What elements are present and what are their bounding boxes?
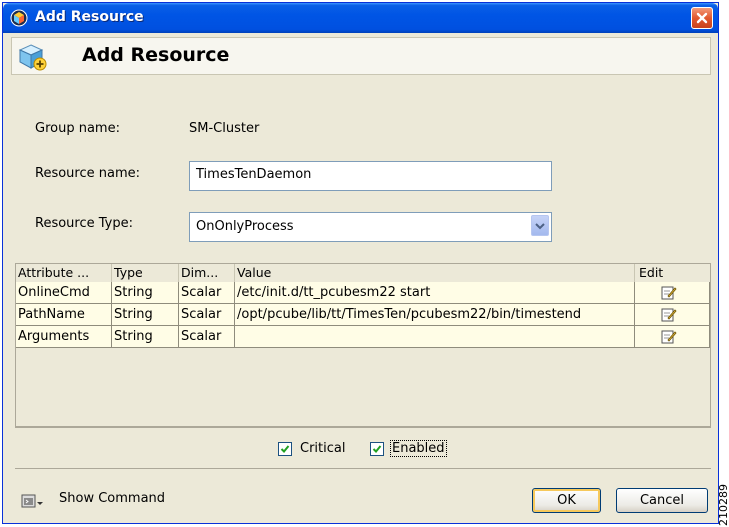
- cell-type: String: [112, 326, 179, 348]
- cell-attribute-name: PathName: [16, 304, 112, 326]
- group-name-label: Group name:: [35, 121, 120, 136]
- cell-value[interactable]: /opt/pcube/lib/tt/TimesTen/pcubesm22/bin…: [235, 304, 635, 326]
- resource-type-select[interactable]: OnOnlyProcess: [189, 212, 552, 242]
- group-name-value: SM-Cluster: [189, 121, 260, 136]
- enabled-checkbox[interactable]: [370, 442, 384, 456]
- table-header: Attribute ... Type Dim... Value Edit: [16, 264, 710, 282]
- page-title: Add Resource: [82, 44, 230, 66]
- cell-dimension: Scalar: [179, 304, 235, 326]
- enabled-label[interactable]: Enabled: [390, 440, 447, 457]
- cell-attribute-name: OnlineCmd: [16, 282, 112, 304]
- console-icon: [21, 493, 43, 509]
- checkmark-icon: [372, 445, 382, 453]
- column-header-dimension[interactable]: Dim...: [179, 264, 235, 282]
- dropdown-button[interactable]: [531, 215, 549, 236]
- ok-button-label: OK: [557, 493, 576, 508]
- cell-dimension: Scalar: [179, 282, 235, 304]
- critical-label[interactable]: Critical: [300, 441, 345, 456]
- window-title: Add Resource: [35, 9, 144, 25]
- cancel-button[interactable]: Cancel: [616, 488, 708, 513]
- header-band: Add Resource: [11, 37, 711, 75]
- table-row[interactable]: Arguments String Scalar: [16, 326, 710, 348]
- checkmark-icon: [280, 445, 290, 453]
- column-header-value[interactable]: Value: [235, 264, 635, 282]
- cell-attribute-name: Arguments: [16, 326, 112, 348]
- add-resource-cube-icon: [18, 42, 48, 72]
- edit-icon[interactable]: [661, 285, 677, 300]
- ok-button[interactable]: OK: [532, 488, 601, 513]
- title-bar[interactable]: Add Resource: [3, 3, 718, 33]
- cell-type: String: [112, 304, 179, 326]
- column-header-attribute[interactable]: Attribute ...: [16, 264, 112, 282]
- attributes-table: Attribute ... Type Dim... Value Edit Onl…: [15, 263, 711, 427]
- cancel-button-label: Cancel: [639, 493, 685, 508]
- show-command-button[interactable]: Show Command: [21, 491, 181, 511]
- close-icon: [696, 12, 708, 24]
- resource-type-label: Resource Type:: [35, 216, 133, 231]
- add-resource-dialog: Add Resource Add Resource Group name: SM…: [2, 2, 719, 524]
- critical-checkbox[interactable]: [278, 442, 292, 456]
- cell-value[interactable]: [235, 326, 635, 348]
- edit-icon[interactable]: [661, 329, 677, 344]
- chevron-down-icon: [535, 222, 545, 229]
- divider: [15, 427, 711, 428]
- cell-dimension: Scalar: [179, 326, 235, 348]
- resource-cube-icon: [10, 9, 28, 27]
- column-header-edit[interactable]: Edit: [635, 264, 710, 282]
- column-header-type[interactable]: Type: [112, 264, 179, 282]
- edit-icon[interactable]: [661, 307, 677, 322]
- resource-name-input-value: TimesTenDaemon: [196, 167, 312, 182]
- cell-type: String: [112, 282, 179, 304]
- resource-type-selected-value: OnOnlyProcess: [196, 219, 294, 234]
- divider: [15, 468, 711, 469]
- show-command-label: Show Command: [59, 491, 166, 506]
- figure-id: 210289: [717, 484, 729, 526]
- table-row[interactable]: PathName String Scalar /opt/pcube/lib/tt…: [16, 304, 710, 326]
- resource-name-label: Resource name:: [35, 166, 140, 181]
- table-row[interactable]: OnlineCmd String Scalar /etc/init.d/tt_p…: [16, 282, 710, 304]
- close-button[interactable]: [691, 7, 713, 29]
- cell-value[interactable]: /etc/init.d/tt_pcubesm22 start: [235, 282, 635, 304]
- resource-name-input[interactable]: TimesTenDaemon: [189, 161, 552, 191]
